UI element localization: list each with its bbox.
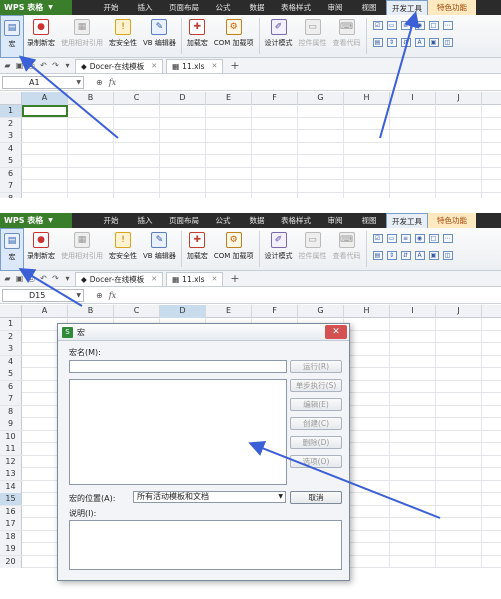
arrow-to-bottom-macro-button (18, 267, 83, 307)
arrow-to-developer-tab (379, 11, 420, 139)
arrow-to-dialog (248, 440, 441, 519)
arrow-to-top-macro-button (18, 55, 119, 139)
annotation-arrows (18, 11, 441, 519)
